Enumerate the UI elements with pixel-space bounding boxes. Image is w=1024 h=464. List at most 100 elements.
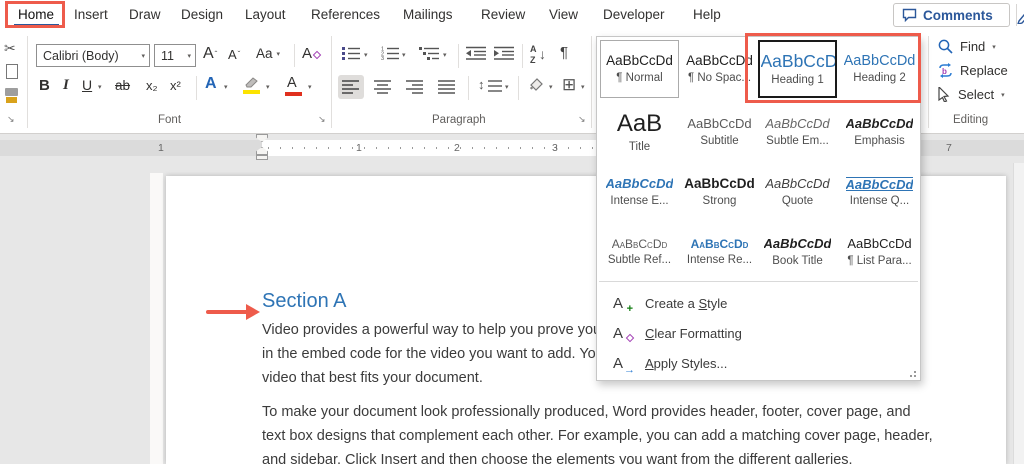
style-intense-quote[interactable]: AaBbCcDd Intense Q... [840,163,919,221]
bold-button[interactable]: B [39,77,50,94]
format-painter-icon[interactable] [5,88,18,96]
clear-formatting-menu-item[interactable]: A Clear Formatting [597,319,920,347]
increase-indent-icon[interactable] [494,46,514,60]
font-name-combo[interactable]: Calibri (Body) ▾ [36,44,150,67]
font-dialog-launcher[interactable]: ↘ [318,114,326,125]
replace-icon: b [939,63,952,78]
italic-button[interactable]: I [63,77,69,94]
chevron-down-icon[interactable]: ▾ [224,83,228,91]
tab-view[interactable]: View [549,7,578,22]
strikethrough-button[interactable]: ab [115,78,130,93]
bullet-list-icon[interactable] [342,46,360,60]
style-title[interactable]: AaB Title [600,103,679,161]
tab-layout[interactable]: Layout [245,7,286,22]
vertical-ruler[interactable] [150,173,163,464]
scrollbar-track[interactable] [1013,163,1024,464]
left-indent-marker[interactable] [256,155,268,160]
shading-bucket-icon[interactable] [527,77,545,93]
chevron-down-icon[interactable]: ▾ [364,51,368,59]
text-effects-button[interactable]: A [205,75,217,93]
font-color-button[interactable]: A [285,75,302,96]
align-right-icon[interactable] [406,80,424,94]
tab-references[interactable]: References [311,7,380,22]
style-subtitle[interactable]: AaBbCcDd Subtitle [680,103,759,161]
clear-formatting-button[interactable]: A [302,45,322,62]
change-case-button[interactable]: Aa ▾ [256,46,280,61]
highlight-color-bar [243,90,260,94]
style-intense-emphasis[interactable]: AaBbCcDd Intense E... [600,163,679,221]
pen-icon[interactable] [1017,6,1024,24]
sort-button[interactable]: A Z ↓ [530,44,552,68]
highlight-button[interactable] [243,76,261,94]
style-quote[interactable]: AaBbCcDd Quote [758,163,837,221]
select-button[interactable]: Select ▾ [938,87,1005,102]
superscript-button[interactable]: x² [170,78,181,93]
home-tab-annotation-box [5,1,65,28]
align-left-icon [342,80,359,94]
style-list-paragraph[interactable]: AaBbCcDd ¶ List Para... [840,223,919,281]
highlighter-icon [245,77,258,88]
find-button[interactable]: Find ▾ [938,39,996,54]
numbered-list-icon[interactable]: 123 [381,46,399,60]
chevron-down-icon: ▾ [141,52,145,60]
font-group-label: Font [158,114,182,126]
style-subtle-emphasis[interactable]: AaBbCcDd Subtle Em... [758,103,837,161]
tab-design[interactable]: Design [181,7,223,22]
grow-font-button[interactable]: Aˆ [203,45,217,63]
align-center-icon[interactable] [374,80,392,94]
style-intense-reference[interactable]: AaBbCcDd Intense Re... [680,223,759,281]
annotation-arrow-head [246,304,260,320]
apply-styles-menu-item[interactable]: A → Apply Styles... [597,349,920,377]
chevron-down-icon[interactable]: ▾ [266,83,270,91]
ribbon-tab-bar: Home Insert Draw Design Layout Reference… [0,0,1024,30]
style-strong[interactable]: AaBbCcDd Strong [680,163,759,221]
headings-annotation-box [745,33,921,103]
tab-insert[interactable]: Insert [74,7,108,22]
font-size-value: 11 [161,48,174,63]
group-divider [27,36,28,128]
justify-icon[interactable] [438,80,456,94]
svg-text:3: 3 [381,56,384,60]
annotation-arrow [206,310,248,314]
comments-button[interactable]: Comments [893,3,1010,27]
copy-icon[interactable] [6,64,18,79]
chevron-down-icon[interactable]: ▾ [98,83,102,91]
shrink-font-button[interactable]: Aˇ [228,47,240,62]
borders-icon[interactable]: ⊞ [562,75,576,95]
chevron-down-icon[interactable]: ▾ [443,51,447,59]
align-left-button[interactable] [338,75,364,99]
caret-down-icon: ˇ [237,50,241,59]
style-book-title[interactable]: AaBbCcDd Book Title [758,223,837,281]
style-emphasis[interactable]: AaBbCcDd Emphasis [840,103,919,161]
style-subtle-reference[interactable]: AaBbCcDd Subtle Ref... [600,223,679,281]
font-size-combo[interactable]: 11 ▾ [154,44,196,67]
caret-up-icon: ˆ [214,49,218,59]
tab-mailings[interactable]: Mailings [403,7,453,22]
create-style-menu-item[interactable]: A + Create a Style [597,289,920,317]
tab-draw[interactable]: Draw [129,7,161,22]
show-formatting-marks-button[interactable]: ¶ [560,44,568,61]
ruler-right-margin [908,140,1024,156]
replace-button[interactable]: b Replace [938,63,1008,78]
subscript-button[interactable]: x₂ [146,78,158,93]
chevron-down-icon[interactable]: ▾ [549,83,553,91]
decrease-indent-icon[interactable] [466,46,486,60]
multilevel-list-icon[interactable] [419,46,439,60]
style-normal[interactable]: AaBbCcDd ¶ Normal [600,40,679,98]
chevron-down-icon[interactable]: ▾ [581,83,585,91]
arrow-updown-icon: ↕ [478,77,485,92]
tab-help[interactable]: Help [693,7,721,22]
chevron-down-icon: ▾ [276,50,281,58]
arrow-down-icon: ↓ [539,46,546,62]
chevron-down-icon[interactable]: ▾ [402,51,406,59]
chevron-down-icon[interactable]: ▾ [308,83,312,91]
resize-grip[interactable] [907,368,916,377]
tab-review[interactable]: Review [481,7,525,22]
tab-developer[interactable]: Developer [603,7,665,22]
ruler-number: 3 [552,142,558,154]
underline-button[interactable]: U [82,77,92,93]
clipboard-dialog-launcher[interactable]: ↘ [7,114,15,125]
chevron-down-icon[interactable]: ▾ [505,83,509,91]
cut-icon[interactable]: ✂ [4,40,16,57]
paragraph-dialog-launcher[interactable]: ↘ [578,114,586,125]
